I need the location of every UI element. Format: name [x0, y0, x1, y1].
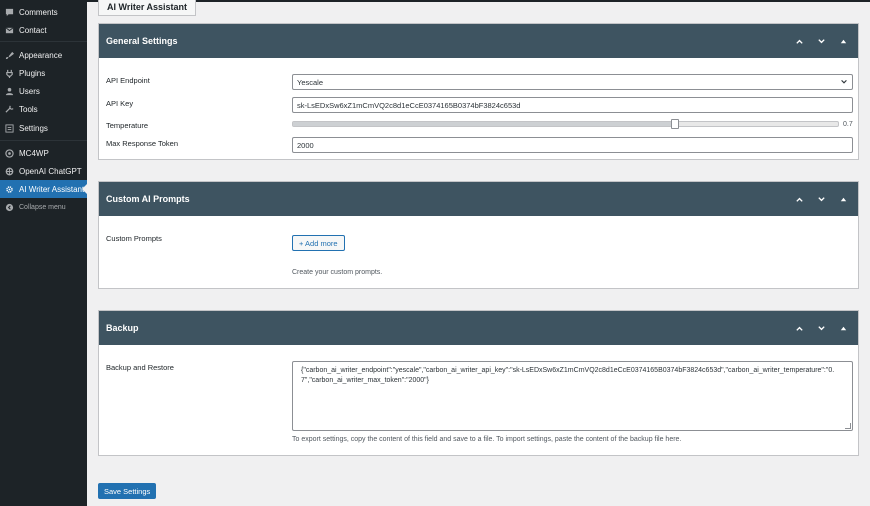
paintbrush-icon	[5, 51, 14, 60]
users-icon	[5, 87, 14, 96]
sidebar-item-mc4wp[interactable]: MC4WP	[0, 144, 87, 162]
collapse-panel-icon[interactable]	[836, 34, 850, 48]
custom-prompts-help: Create your custom prompts.	[292, 269, 383, 276]
api-key-label: API Key	[106, 99, 134, 108]
endpoint-label: API Endpoint	[106, 76, 150, 85]
sidebar-item-appearance[interactable]: Appearance	[0, 46, 87, 64]
sidebar-item-label: OpenAI ChatGPT	[19, 166, 82, 176]
temperature-label: Temperature	[106, 121, 149, 130]
sidebar-separator	[0, 41, 87, 42]
admin-sidebar: Comments Contact Appearance Plugins User…	[0, 0, 87, 506]
backup-textarea[interactable]: {"carbon_ai_writer_endpoint":"yescale","…	[292, 361, 853, 431]
sidebar-item-label: Contact	[19, 25, 47, 35]
panel-controls	[784, 24, 850, 58]
mc4wp-icon	[5, 148, 14, 158]
move-up-icon[interactable]	[792, 34, 806, 48]
mail-icon	[5, 26, 14, 35]
api-key-input[interactable]	[297, 100, 848, 110]
move-up-icon[interactable]	[792, 192, 806, 206]
move-down-icon[interactable]	[814, 34, 828, 48]
backup-panel: Backup Backup and Restore {"carbon_ai_wr…	[98, 310, 859, 456]
sidebar-item-label: MC4WP	[19, 148, 49, 158]
endpoint-select[interactable]: Yescale	[292, 74, 853, 90]
endpoint-selected-value: Yescale	[297, 77, 323, 87]
sidebar-item-label: AI Writer Assistant	[19, 184, 85, 194]
panel-title: General Settings	[106, 36, 178, 46]
chevron-down-icon	[841, 80, 847, 84]
panel-controls	[784, 311, 850, 345]
custom-prompts-label: Custom Prompts	[106, 234, 162, 243]
sidebar-item-users[interactable]: Users	[0, 82, 87, 100]
temperature-slider-thumb[interactable]	[670, 119, 679, 129]
resize-handle-icon[interactable]	[845, 423, 851, 429]
wrench-icon	[5, 104, 14, 114]
backup-label: Backup and Restore	[106, 363, 174, 372]
move-down-icon[interactable]	[814, 192, 828, 206]
sidebar-item-label: Collapse menu	[19, 203, 66, 211]
sidebar-item-contact[interactable]: Contact	[0, 21, 87, 39]
move-down-icon[interactable]	[814, 321, 828, 335]
sidebar-item-settings[interactable]: Settings	[0, 119, 87, 137]
max-token-field[interactable]	[292, 137, 853, 153]
collapse-panel-icon[interactable]	[836, 192, 850, 206]
sidebar-item-label: Appearance	[19, 50, 63, 60]
backup-content: {"carbon_ai_writer_endpoint":"yescale","…	[301, 367, 835, 384]
panel-header: Custom AI Prompts	[99, 182, 858, 216]
panel-title: Backup	[106, 323, 139, 333]
sidebar-item-label: Users	[19, 86, 40, 96]
backup-help: To export settings, copy the content of …	[292, 436, 682, 443]
max-token-label: Max Response Token	[106, 139, 178, 148]
temperature-value: 0.7	[843, 121, 853, 128]
general-settings-panel: General Settings API Endpoint Yescale AP…	[98, 23, 859, 160]
sidebar-item-openai-chatgpt[interactable]: OpenAI ChatGPT	[0, 162, 87, 180]
plugin-icon	[5, 69, 14, 78]
sidebar-item-comments[interactable]: Comments	[0, 3, 87, 21]
collapse-panel-icon[interactable]	[836, 321, 850, 335]
sidebar-item-plugins[interactable]: Plugins	[0, 64, 87, 82]
add-more-button[interactable]: + Add more	[292, 235, 345, 251]
comments-icon	[5, 8, 14, 17]
sidebar-item-label: Tools	[19, 104, 38, 114]
sidebar-separator	[0, 140, 87, 141]
admin-topbar	[87, 0, 870, 2]
sidebar-item-tools[interactable]: Tools	[0, 100, 87, 118]
move-up-icon[interactable]	[792, 321, 806, 335]
save-settings-button[interactable]: Save Settings	[98, 483, 157, 499]
sidebar-item-label: Settings	[19, 123, 48, 133]
openai-icon	[5, 167, 14, 176]
panel-controls	[784, 182, 850, 216]
collapse-icon	[5, 203, 14, 212]
settings-icon	[5, 123, 14, 133]
collapse-menu-button[interactable]: Collapse menu	[0, 198, 87, 216]
max-token-input[interactable]	[297, 140, 848, 150]
temperature-slider[interactable]	[292, 119, 839, 129]
panel-header: Backup	[99, 311, 858, 345]
api-key-field[interactable]	[292, 97, 853, 113]
sidebar-item-ai-writer-assistant[interactable]: AI Writer Assistant	[0, 180, 87, 198]
temperature-slider-fill	[293, 122, 675, 126]
panel-title: Custom AI Prompts	[106, 194, 190, 204]
page-tab[interactable]: AI Writer Assistant	[98, 0, 197, 16]
panel-header: General Settings	[99, 24, 858, 58]
sidebar-item-label: Comments	[19, 7, 58, 17]
gear-icon	[5, 185, 14, 194]
sidebar-item-label: Plugins	[19, 68, 46, 78]
custom-prompts-panel: Custom AI Prompts Custom Prompts + Add m…	[98, 181, 859, 289]
